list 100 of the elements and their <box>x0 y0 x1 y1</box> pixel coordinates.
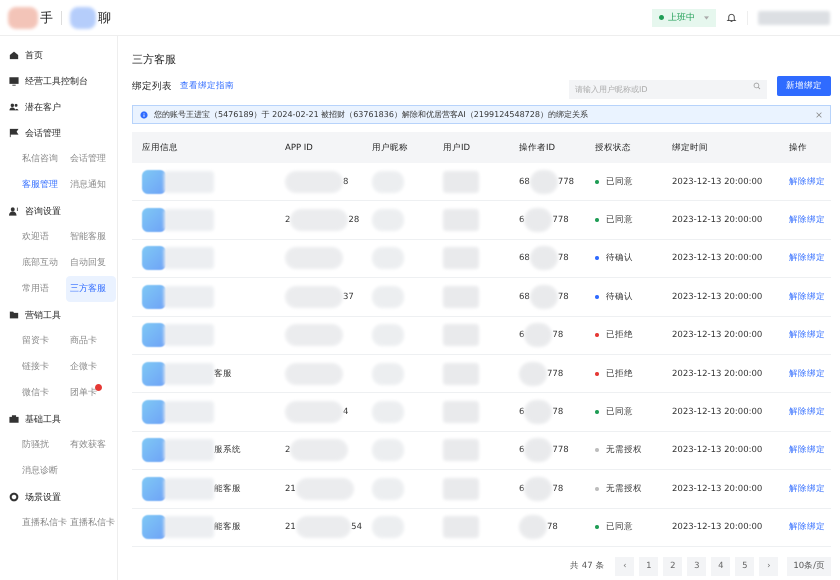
operator-id-fragment: 6 <box>519 484 524 494</box>
sidebar-item[interactable]: 企微卡 <box>66 354 116 380</box>
people-icon <box>9 102 19 112</box>
previous-page-button[interactable]: ‹ <box>615 556 634 576</box>
sidebar-item[interactable]: 团单卡 <box>66 380 116 406</box>
sidebar-item[interactable]: 三方客服 <box>66 276 116 302</box>
sidebar-section[interactable]: 场景设置 <box>25 490 61 504</box>
search-field[interactable]: 请输入用户昵称或ID <box>569 80 767 98</box>
page-button[interactable]: 5 <box>735 556 754 576</box>
add-binding-button[interactable]: 新增绑定 <box>777 76 831 96</box>
page-size-dropdown[interactable]: 10条/页 <box>787 556 831 576</box>
sidebar-section[interactable]: 经营工具控制台 <box>25 74 88 88</box>
app-id-fragment: 8 <box>343 176 348 187</box>
app-icon <box>142 515 166 540</box>
unbind-link[interactable]: 解除绑定 <box>789 290 825 303</box>
sidebar-section[interactable]: 咨询设置 <box>25 204 61 218</box>
app-icon <box>142 362 166 386</box>
sidebar-section[interactable]: 会话管理 <box>25 126 61 140</box>
status-text: 已同意 <box>606 176 633 188</box>
sidebar-section[interactable]: 基础工具 <box>25 412 61 426</box>
search-icon <box>753 82 761 90</box>
unbind-link[interactable]: 解除绑定 <box>789 368 825 380</box>
sidebar-item[interactable]: 直播私信卡 <box>66 510 116 536</box>
operator-id-fragment: 78 <box>558 292 569 302</box>
app-name-fragment: 能客服 <box>214 482 241 495</box>
app-icon <box>142 400 166 424</box>
unbind-link[interactable]: 解除绑定 <box>789 482 825 495</box>
blurred-logo <box>8 6 38 28</box>
page-button[interactable]: 4 <box>711 556 730 576</box>
work-status-dropdown[interactable]: 上班中 <box>652 8 716 26</box>
sidebar-item[interactable]: 直播私信卡 <box>18 510 66 536</box>
sidebar-item[interactable]: 常用语 <box>18 276 66 302</box>
app-id-fragment: 21 <box>285 522 296 532</box>
app-icon <box>142 208 166 232</box>
bind-time: 2023-12-13 20:00:00 <box>672 176 762 187</box>
sidebar-item[interactable]: 自动回复 <box>66 250 116 276</box>
operator-id-fragment: 778 <box>558 176 574 187</box>
notification-bell-icon[interactable] <box>726 12 737 23</box>
sidebar-section[interactable]: 营销工具 <box>25 308 61 322</box>
blurred-app-name <box>164 401 214 424</box>
page-button[interactable]: 2 <box>663 556 682 576</box>
sidebar-item[interactable]: 微信卡 <box>18 380 66 406</box>
bind-time: 2023-12-13 20:00:00 <box>672 292 762 302</box>
sidebar-item[interactable]: 商品卡 <box>66 328 116 354</box>
page-button[interactable]: 1 <box>639 556 658 576</box>
flag-icon <box>9 128 19 138</box>
brand-name: 聊 <box>98 10 111 26</box>
unbind-link[interactable]: 解除绑定 <box>789 176 825 188</box>
section-title: 绑定列表 <box>132 80 172 92</box>
sidebar-item[interactable]: 有效获客 <box>66 432 116 458</box>
bind-time: 2023-12-13 20:00:00 <box>672 445 762 456</box>
unbind-link[interactable]: 解除绑定 <box>789 444 825 456</box>
status-text: 待确认 <box>606 290 633 303</box>
sidebar-item[interactable]: 智能客服 <box>66 224 116 250</box>
status-text: 无需授权 <box>606 482 642 495</box>
blurred-app-name <box>164 362 214 385</box>
app-icon <box>142 284 166 309</box>
column-header: 操作者ID <box>518 142 556 154</box>
bind-time: 2023-12-13 20:00:00 <box>672 215 762 226</box>
operator-id-fragment: 78 <box>552 407 564 418</box>
info-icon <box>140 110 148 118</box>
unbind-link[interactable]: 解除绑定 <box>789 521 825 534</box>
caret-icon <box>704 16 709 20</box>
unbind-link[interactable]: 解除绑定 <box>789 214 825 226</box>
column-header: APP ID <box>284 142 314 152</box>
sidebar-item[interactable]: 防骚扰 <box>18 432 66 458</box>
sidebar-section[interactable]: 首页 <box>25 48 43 62</box>
operator-id-fragment: 68 <box>519 253 530 264</box>
operator-id-fragment: 68 <box>519 292 530 302</box>
unbind-link[interactable]: 解除绑定 <box>789 406 825 418</box>
sidebar-item[interactable]: 客服管理 <box>18 172 66 198</box>
agent-icon <box>9 206 19 216</box>
unbind-link[interactable]: 解除绑定 <box>789 252 825 264</box>
guide-link[interactable]: 查看绑定指南 <box>180 80 234 92</box>
blurred-app-name <box>164 516 214 538</box>
sidebar-item[interactable]: 链接卡 <box>18 354 66 380</box>
blurred-app-name <box>164 324 214 346</box>
close-icon[interactable] <box>815 110 823 118</box>
unbind-link[interactable]: 解除绑定 <box>789 329 825 342</box>
sidebar-item[interactable]: 消息诊断 <box>18 458 66 484</box>
column-header: 用户昵称 <box>371 142 409 154</box>
bind-time: 2023-12-13 20:00:00 <box>672 368 762 379</box>
sidebar-item[interactable]: 消息通知 <box>66 172 116 198</box>
app-id-fragment: 2 <box>285 445 290 456</box>
sidebar-item[interactable]: 底部互动 <box>18 250 66 276</box>
operator-id-fragment: 78 <box>558 253 569 264</box>
sidebar-item[interactable]: 欢迎语 <box>18 224 66 250</box>
home-icon <box>9 50 19 60</box>
app-id-fragment: 28 <box>348 215 360 226</box>
sidebar-section[interactable]: 潜在客户 <box>25 100 61 114</box>
bind-time: 2023-12-13 20:00:00 <box>672 484 762 494</box>
app-id-fragment: 21 <box>285 484 296 494</box>
page-button[interactable]: 3 <box>687 556 706 576</box>
next-page-button[interactable]: › <box>759 556 778 576</box>
sidebar-item[interactable]: 留资卡 <box>18 328 66 354</box>
folder-icon <box>9 310 19 320</box>
app-icon <box>142 476 166 501</box>
sidebar-item[interactable]: 私信咨询 <box>18 146 66 172</box>
sidebar-item[interactable]: 会话管理 <box>66 146 116 172</box>
operator-id-fragment: 6 <box>519 330 524 340</box>
